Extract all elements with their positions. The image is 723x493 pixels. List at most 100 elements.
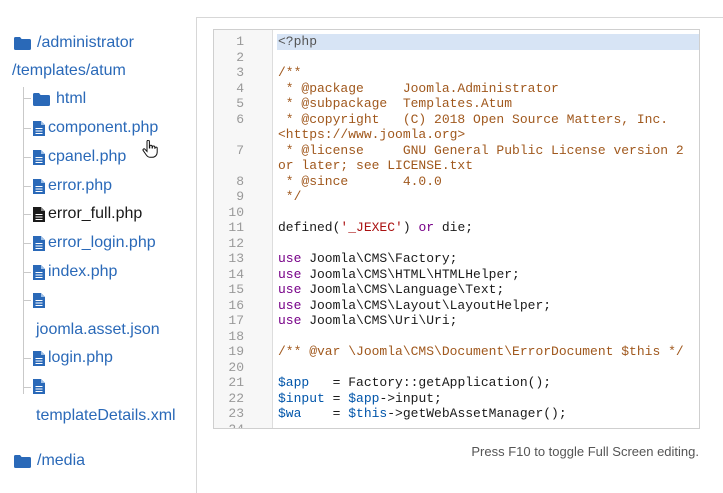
line-number: 24	[228, 421, 244, 429]
line-number: 21	[228, 375, 244, 390]
code-line[interactable]: 18	[214, 329, 699, 345]
line-number: 5	[236, 96, 244, 111]
line-number: 17	[228, 313, 244, 328]
code-text: * @subpackage Templates.Atum	[278, 96, 513, 111]
line-number: 15	[228, 282, 244, 297]
file-joomla-asset-json[interactable]: joomla.asset.json	[36, 320, 160, 340]
code-line[interactable]: 15 use Joomla\CMS\Language\Text;	[214, 282, 699, 298]
code-text: * @license GNU General Public License ve…	[278, 142, 684, 158]
file-icon	[33, 178, 45, 194]
code-line[interactable]: 6 * @copyright (C) 2018 Open Source Matt…	[214, 112, 699, 128]
code-line[interactable]: or later; see LICENSE.txt	[214, 158, 699, 174]
tree-connector	[23, 186, 31, 187]
code-text: $wa = $this->getWebAssetManager();	[278, 406, 567, 421]
code-text: * @since 4.0.0	[278, 173, 442, 189]
tree-connector	[23, 272, 31, 273]
code-text: use Joomla\CMS\Uri\Uri;	[278, 313, 458, 328]
file-icon	[33, 264, 45, 280]
code-line[interactable]: 24	[214, 421, 699, 429]
code-line[interactable]: 22 $input = $app->input;	[214, 391, 699, 407]
file-icon	[33, 120, 45, 136]
file-icon	[33, 379, 45, 395]
code-line[interactable]: 10	[214, 205, 699, 221]
code-editor[interactable]: 1 <?php 2 3/** 4 * @package Joomla.Administr…	[213, 29, 700, 429]
file-joomla-asset-json-icon-row[interactable]	[33, 291, 48, 311]
code-text: defined('_JEXEC') or die;	[278, 220, 474, 235]
file-login-php[interactable]: login.php	[33, 348, 113, 368]
line-number: 12	[228, 235, 244, 251]
line-number: 9	[236, 189, 244, 204]
line-number: 1	[236, 34, 244, 49]
file-component-php[interactable]: component.php	[33, 118, 158, 138]
tree-item-label: component.php	[48, 119, 159, 136]
tree-connector	[23, 214, 31, 215]
code-line[interactable]: 1 <?php	[214, 34, 699, 50]
code-line[interactable]: 2	[214, 50, 699, 66]
line-number: 22	[228, 390, 244, 406]
code-line[interactable]: 4 * @package Joomla.Administrator	[214, 81, 699, 97]
code-text: $app = Factory::getApplication();	[278, 375, 552, 390]
code-text: <https://www.joomla.org>	[278, 127, 466, 142]
fullscreen-hint: Press F10 to toggle Full Screen editing.	[471, 444, 699, 459]
file-error-login-php[interactable]: error_login.php	[33, 233, 156, 253]
tree-guide-line	[23, 87, 24, 394]
file-icon	[33, 235, 45, 251]
tree-connector	[23, 300, 31, 301]
tree-connector	[23, 128, 31, 129]
file-tree: /administrator /templates/atum html comp…	[0, 0, 196, 487]
tree-connector	[23, 98, 31, 99]
line-number: 18	[228, 328, 244, 344]
file-template-details-xml-icon-row[interactable]	[33, 377, 48, 397]
line-number: 13	[228, 251, 244, 266]
line-number: 11	[228, 220, 244, 235]
code-line[interactable]: 11 defined('_JEXEC') or die;	[214, 220, 699, 236]
code-line[interactable]: 7 * @license GNU General Public License …	[214, 143, 699, 159]
code-line[interactable]: 5 * @subpackage Templates.Atum	[214, 96, 699, 112]
folder-media[interactable]: /media	[14, 451, 85, 471]
file-error-full-php[interactable]: error_full.php	[33, 204, 142, 224]
code-line[interactable]: 13 use Joomla\CMS\Factory;	[214, 251, 699, 267]
code-text: use Joomla\CMS\Layout\LayoutHelper;	[278, 297, 552, 313]
code-text: /**	[278, 65, 302, 80]
file-index-php[interactable]: index.php	[33, 262, 117, 282]
file-template-details-xml[interactable]: templateDetails.xml	[36, 406, 176, 426]
code-text: * @package Joomla.Administrator	[278, 80, 559, 96]
code-line[interactable]: 14 use Joomla\CMS\HTML\HTMLHelper;	[214, 267, 699, 283]
line-number: 19	[228, 344, 244, 359]
code-line[interactable]: 12	[214, 236, 699, 252]
tree-connector	[23, 157, 31, 158]
tree-connector	[23, 243, 31, 244]
code-line[interactable]: 17 use Joomla\CMS\Uri\Uri;	[214, 313, 699, 329]
folder-html[interactable]: html	[33, 89, 86, 109]
file-error-php[interactable]: error.php	[33, 176, 112, 196]
code-text: use Joomla\CMS\Factory;	[278, 251, 458, 266]
tree-connector	[23, 387, 31, 388]
tree-item-label: error_login.php	[48, 234, 156, 251]
code-line[interactable]: 8 * @since 4.0.0	[214, 174, 699, 190]
code-text: /** @var \Joomla\CMS\Document\ErrorDocum…	[278, 344, 684, 359]
code-text: * @copyright (C) 2018 Open Source Matter…	[278, 111, 669, 127]
code-line[interactable]: 19 /** @var \Joomla\CMS\Document\ErrorDoc…	[214, 344, 699, 360]
tree-connector	[23, 358, 31, 359]
code-line[interactable]: 3 /**	[214, 65, 699, 81]
folder-administrator[interactable]: /administrator	[14, 33, 134, 53]
line-number: 10	[228, 204, 244, 220]
path-templates-atum[interactable]: /templates/atum	[12, 61, 126, 81]
code-line[interactable]: 9 */	[214, 189, 699, 205]
line-number: 23	[228, 406, 244, 421]
code-line[interactable]: <https://www.joomla.org>	[214, 127, 699, 143]
file-cpanel-php[interactable]: cpanel.php	[33, 147, 126, 167]
line-number: 4	[236, 80, 244, 96]
line-number: 16	[228, 297, 244, 313]
code-line[interactable]: 23 $wa = $this->getWebAssetManager();	[214, 406, 699, 422]
code-line[interactable]: 21 $app = Factory::getApplication();	[214, 375, 699, 391]
tree-item-label: /administrator	[37, 34, 134, 51]
code-text: use Joomla\CMS\HTML\HTMLHelper;	[278, 266, 520, 282]
code-line[interactable]: 20	[214, 360, 699, 376]
code-line[interactable]: 16 use Joomla\CMS\Layout\LayoutHelper;	[214, 298, 699, 314]
file-icon	[33, 149, 45, 165]
code-text: or later; see LICENSE.txt	[278, 158, 474, 173]
file-icon	[33, 350, 45, 366]
tree-item-label: /templates/atum	[12, 62, 126, 79]
code-text: $input = $app->input;	[278, 390, 442, 406]
